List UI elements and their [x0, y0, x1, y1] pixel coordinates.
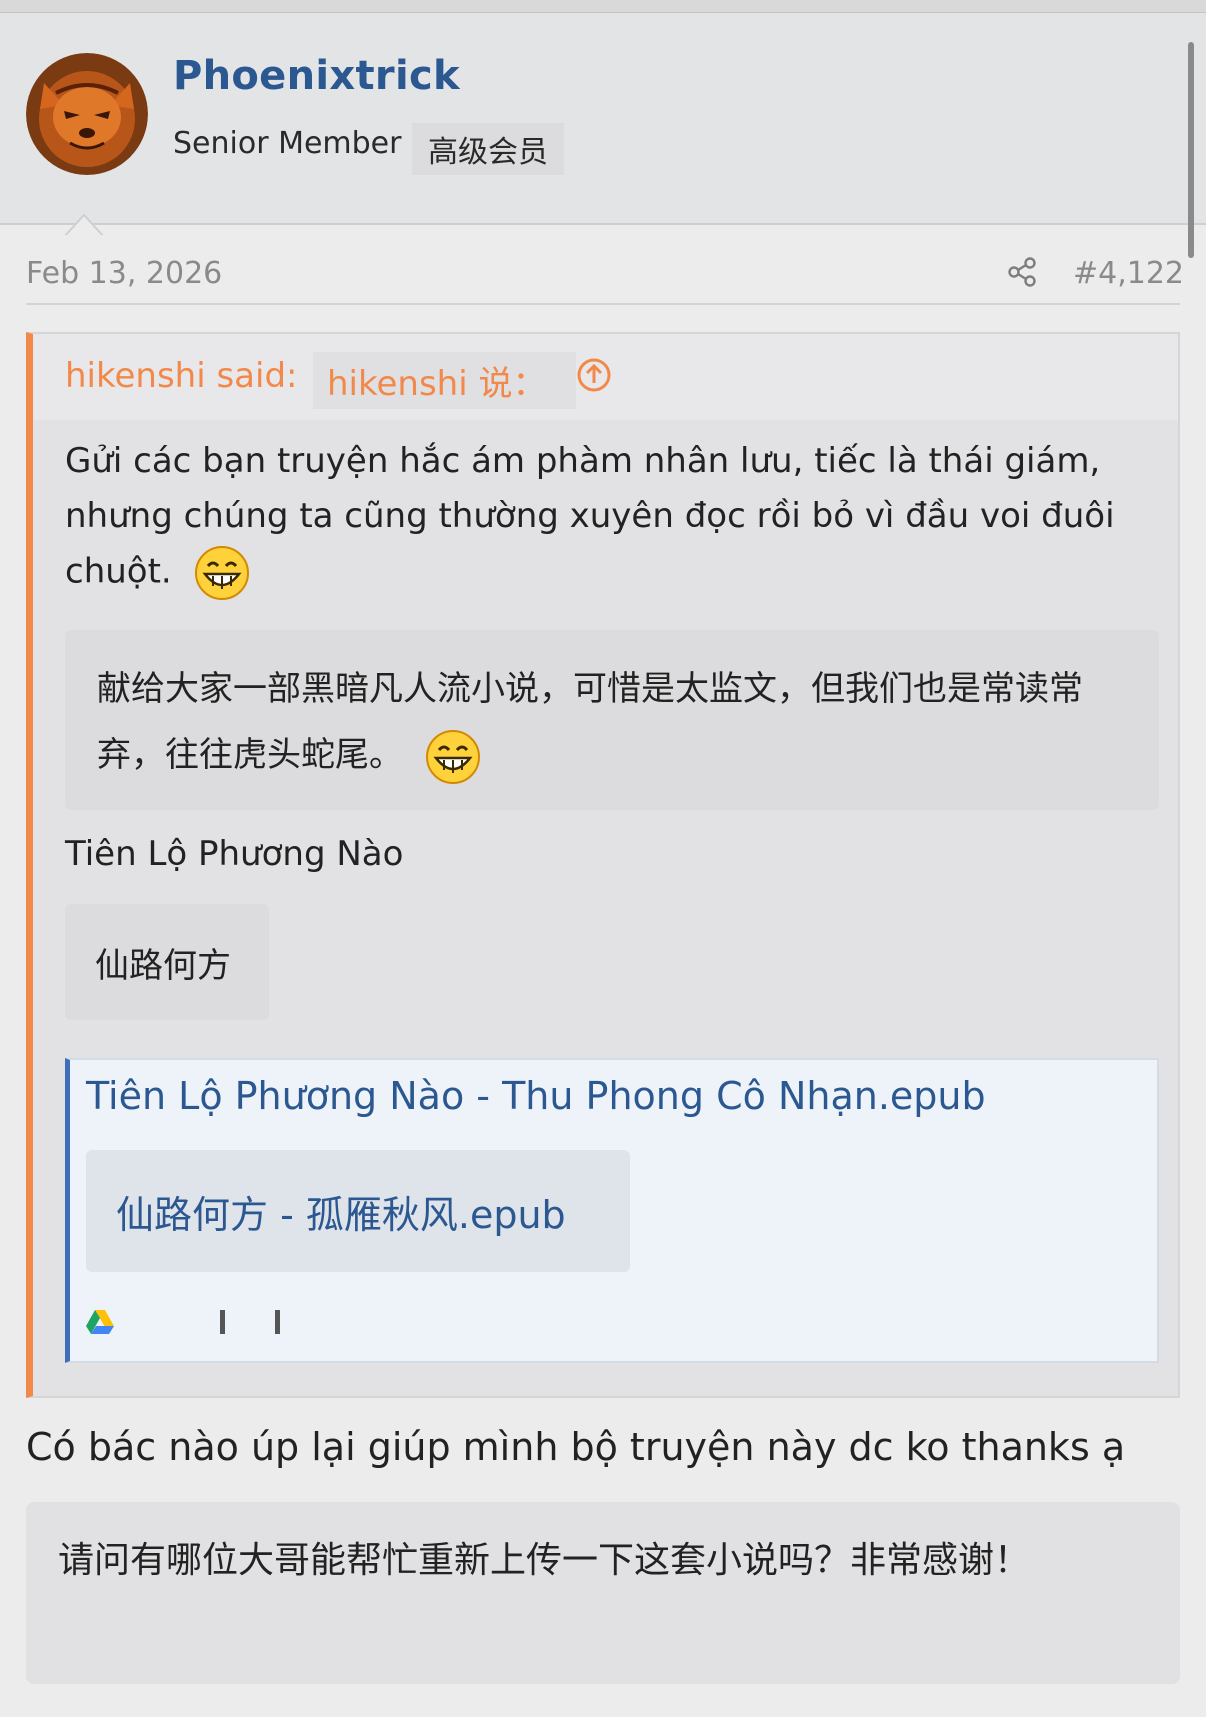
quote-title-vi: Tiên Lộ Phương Nào [65, 834, 404, 874]
grin-emoji-icon [194, 546, 249, 600]
quote-title-cn: 仙路何方 [95, 946, 231, 986]
link-source-mark [275, 1310, 280, 1334]
file-link-title[interactable]: Tiên Lộ Phương Nào - Thu Phong Cô Nhạn.e… [86, 1074, 986, 1118]
quote-header: hikenshi said: hikenshi 说： [33, 334, 1178, 420]
google-drive-icon [86, 1310, 114, 1334]
quote-text-vi: Gửi các bạn truyện hắc ám phàm nhân lưu,… [65, 434, 1145, 602]
share-icon[interactable] [1006, 256, 1038, 288]
quote-translation-box: 献给大家一部黑暗凡人流小说，可惜是太监文，但我们也是常读常弃，往往虎头蛇尾。 [65, 630, 1159, 810]
post-author-header: Phoenixtrick Senior Member 高级会员 [0, 13, 1206, 239]
meta-divider [26, 303, 1180, 305]
header-pointer [64, 213, 104, 239]
link-source-mark [220, 1310, 225, 1334]
scrollbar[interactable] [1188, 42, 1194, 258]
fox-avatar-icon [26, 53, 148, 175]
quote-author-said-translation: hikenshi 说： [313, 352, 577, 409]
reply-translation-box: 请问有哪位大哥能帮忙重新上传一下这套小说吗？非常感谢！ [26, 1502, 1180, 1684]
post-date[interactable]: Feb 13, 2026 [26, 256, 222, 291]
file-link-translation-box: 仙路何方 - 孤雁秋风.epub [86, 1150, 630, 1272]
username-link[interactable]: Phoenixtrick [173, 53, 460, 99]
top-bar [0, 0, 1206, 13]
quote-text-cn-content: 献给大家一部黑暗凡人流小说，可惜是太监文，但我们也是常读常弃，往往虎头蛇尾。 [97, 669, 1083, 775]
post-number-link[interactable]: #4,122 [1073, 256, 1184, 291]
quote-title-translation-box: 仙路何方 [65, 904, 269, 1020]
quote-author-said[interactable]: hikenshi said: [65, 356, 298, 396]
user-role-translation: 高级会员 [412, 123, 564, 175]
user-role: Senior Member [173, 126, 402, 161]
quote-text-cn: 献给大家一部黑暗凡人流小说，可惜是太监文，但我们也是常读常弃，往往虎头蛇尾。 [97, 656, 1117, 788]
file-link-title-translation: 仙路何方 - 孤雁秋风.epub [116, 1193, 566, 1237]
reply-text-vi: Có bác nào úp lại giúp mình bộ truyện nà… [26, 1425, 1126, 1469]
quote-block: hikenshi said: hikenshi 说： Gửi các bạn t… [26, 332, 1180, 1398]
file-link-card[interactable]: Tiên Lộ Phương Nào - Thu Phong Cô Nhạn.e… [65, 1058, 1159, 1363]
grin-emoji-icon [425, 729, 480, 784]
avatar[interactable] [26, 53, 148, 175]
arrow-up-circle-icon[interactable] [575, 356, 613, 394]
reply-text-cn: 请问有哪位大哥能帮忙重新上传一下这套小说吗？非常感谢！ [58, 1540, 1031, 1581]
